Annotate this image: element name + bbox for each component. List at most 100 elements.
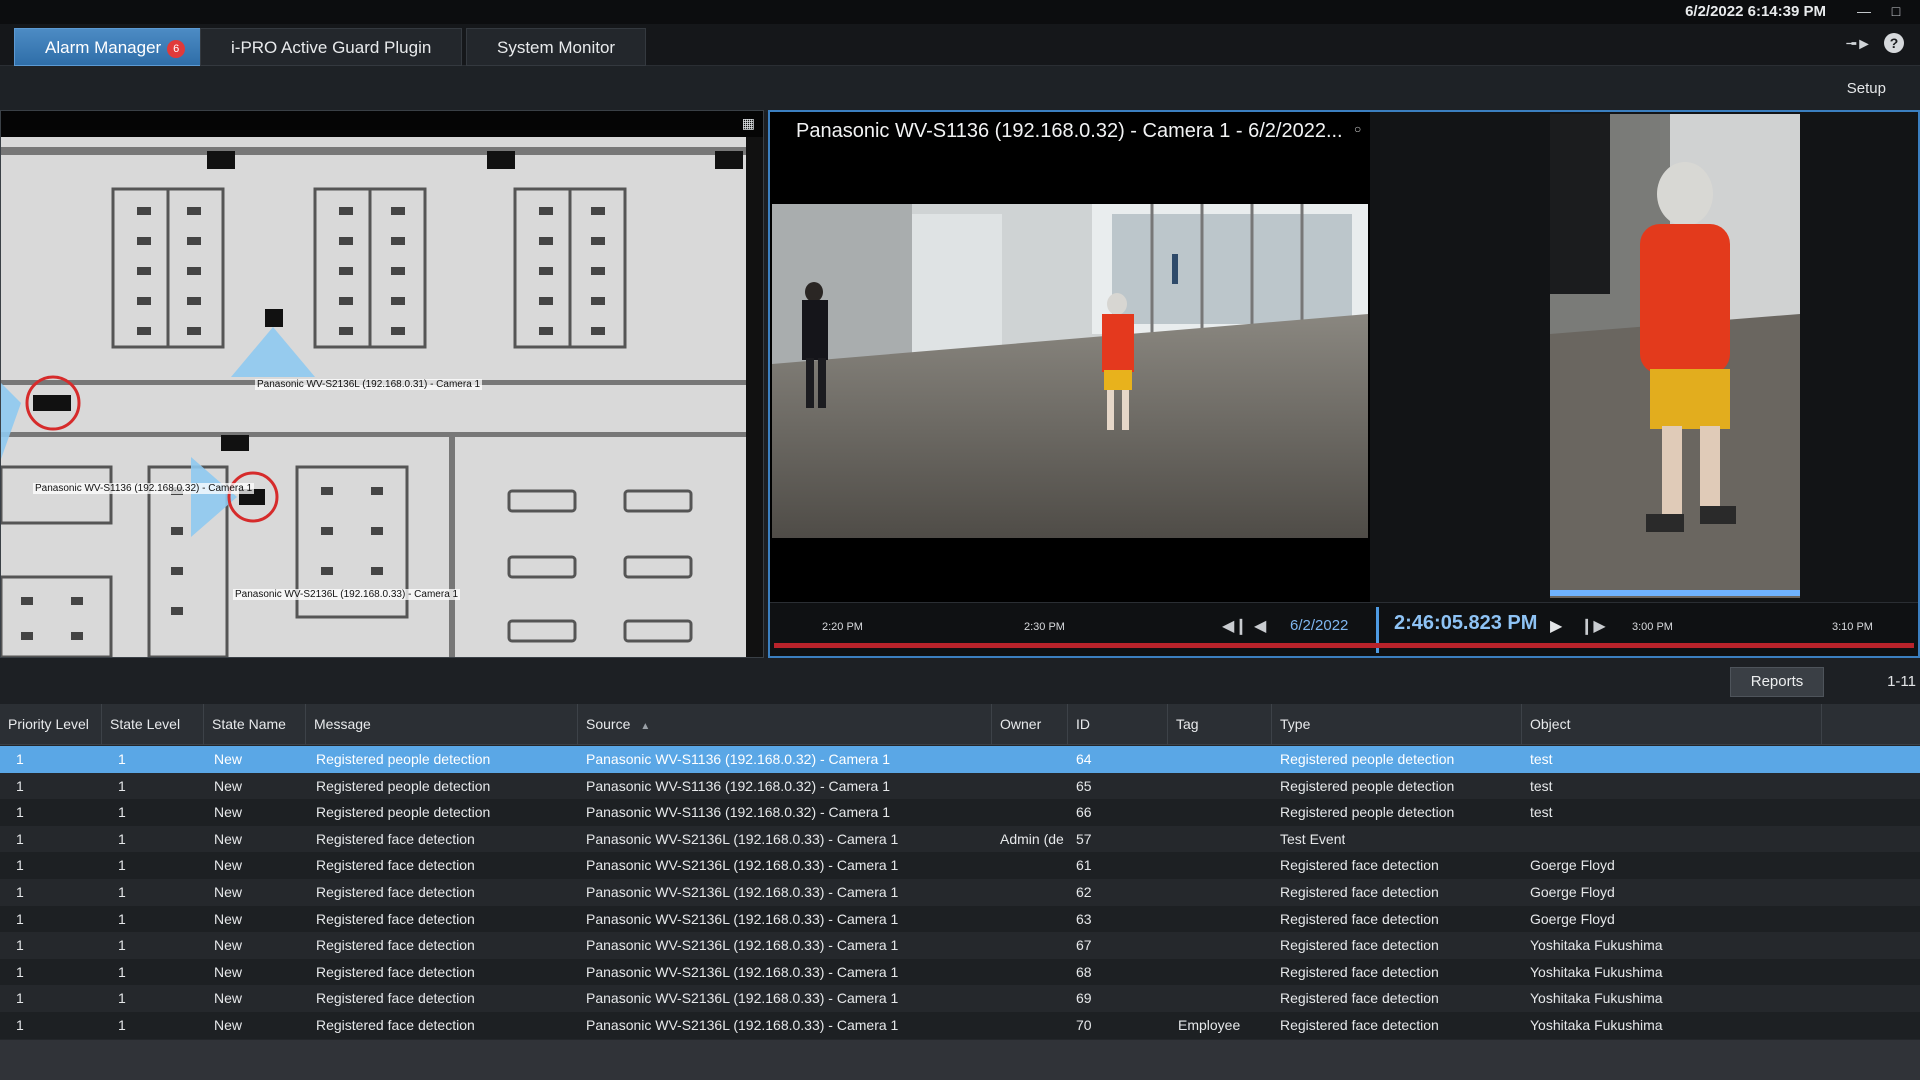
alarm-table: Priority Level State Level State Name Me… [0,704,1920,1080]
tab-system-monitor[interactable]: System Monitor [466,28,647,66]
table-row[interactable]: 1 1 New Registered face detection Panasonic … [0,1011,1920,1039]
column-header-type[interactable]: Type [1272,704,1522,745]
timeline-tick: 2:20 PM [822,621,863,633]
cell-state-level: 1 [118,937,126,954]
cell-tag [1170,826,1178,853]
cell-object: test [1530,751,1553,767]
cell-message: Registered face detection [316,990,475,1007]
tab-label: Alarm Manager [45,38,162,57]
cell-source: Panasonic WV-S2136L (192.168.0.33) - Cam… [586,857,899,874]
cell-object: Yoshitaka Fukushima [1530,963,1663,980]
table-row[interactable]: 1 1 New Registered people detection Panasoni… [0,746,1920,773]
cell-state-level: 1 [118,777,126,794]
column-header-id[interactable]: ID [1068,704,1168,745]
cell-state-name: New [214,830,243,847]
cell-type: Registered face detection [1280,857,1439,874]
cell-message: Registered face detection [316,910,475,927]
cell-state-name: New [214,1016,243,1033]
timeline-tick: 3:00 PM [1632,621,1673,633]
cell-owner [992,746,1000,773]
table-row[interactable]: 1 1 New Registered people detection Panasoni… [0,799,1920,826]
cell-state-name: New [214,777,243,794]
column-header-priority-level[interactable]: Priority Level [0,704,102,745]
maximize-icon[interactable]: □ [1884,2,1908,20]
table-row[interactable]: 1 1 New Registered face detection Panasonic … [0,825,1920,853]
pin-icon[interactable]: ╼► [1847,34,1872,54]
help-icon[interactable]: ? [1884,33,1904,53]
expand-icon[interactable]: ▦ [742,115,755,132]
cell-id: 63 [1076,910,1092,927]
cell-type: Registered face detection [1280,910,1439,927]
column-header-message[interactable]: Message [306,704,578,745]
camera-label[interactable]: Panasonic WV-S2136L (192.168.0.31) - Cam… [255,379,483,390]
cell-state-name: New [214,990,243,1007]
skip-back-icon[interactable]: ◀❙ [1222,616,1248,636]
column-header-source[interactable]: Source ▲ [578,704,992,745]
cell-message: Registered face detection [316,883,475,900]
table-row[interactable]: 1 1 New Registered face detection Panasonic … [0,932,1920,959]
column-header-owner[interactable]: Owner [992,704,1068,745]
cell-priority-level: 1 [16,857,24,874]
play-icon[interactable]: ▶ [1550,616,1562,636]
reports-button[interactable]: Reports [1730,667,1824,697]
cell-priority-level: 1 [16,990,24,1007]
cell-type: Registered face detection [1280,990,1439,1007]
column-header-state-level[interactable]: State Level [102,704,204,745]
cell-owner [992,959,1000,986]
alarm-count-badge: 6 [167,39,186,58]
camera-label[interactable]: Panasonic WV-S1136 (192.168.0.32) - Came… [33,483,255,494]
cell-source: Panasonic WV-S2136L (192.168.0.33) - Cam… [586,990,899,1007]
cell-type: Test Event [1280,830,1346,847]
cell-object: test [1530,777,1553,794]
cell-id: 67 [1076,937,1092,954]
camera-label[interactable]: Panasonic WV-S2136L (192.168.0.33) - Cam… [233,589,461,600]
playback-time: 2:46:05.823 PM [1394,612,1538,634]
sort-ascending-icon: ▲ [640,721,651,732]
column-header-tag[interactable]: Tag [1168,704,1272,745]
setup-link[interactable]: Setup [1847,80,1886,97]
cell-state-name: New [214,857,243,874]
minimize-icon[interactable]: — [1852,2,1876,20]
tab-i-pro-active-guard[interactable]: i-PRO Active Guard Plugin [200,28,463,66]
close-icon[interactable]: ○ [1354,122,1361,136]
cell-state-level: 1 [118,1016,126,1033]
cell-type: Registered people detection [1280,777,1455,794]
table-row[interactable]: 1 1 New Registered face detection Panasonic … [0,905,1920,933]
cell-priority-level: 1 [16,751,24,767]
cell-message: Registered face detection [316,1016,475,1033]
tab-alarm-manager[interactable]: Alarm Manager 6 [14,28,217,66]
video-playback-panel[interactable]: Panasonic WV-S1136 (192.168.0.32) - Came… [768,110,1920,658]
playback-date[interactable]: 6/2/2022 [1290,617,1348,634]
table-row[interactable]: 1 1 New Registered face detection Panasonic … [0,958,1920,986]
previous-icon[interactable]: ◀ [1254,616,1266,636]
cell-priority-level: 1 [16,804,24,821]
cell-state-level: 1 [118,883,126,900]
clock-datetime: 6/2/2022 6:14:39 PM [1685,3,1826,20]
cell-id: 57 [1076,830,1092,847]
cell-object: Yoshitaka Fukushima [1530,1016,1663,1033]
table-row[interactable]: 1 1 New Registered people detection Panasoni… [0,772,1920,800]
cell-state-name: New [214,751,243,767]
cell-source: Panasonic WV-S1136 (192.168.0.32) - Came… [586,804,891,821]
table-row[interactable]: 1 1 New Registered face detection Panasonic … [0,985,1920,1012]
cell-state-level: 1 [118,857,126,874]
cell-type: Registered face detection [1280,963,1439,980]
cell-owner [992,852,1000,879]
cell-source: Panasonic WV-S2136L (192.168.0.33) - Cam… [586,910,899,927]
cell-priority-level: 1 [16,777,24,794]
step-forward-icon[interactable]: ❙▶ [1580,616,1606,636]
cell-object: Goerge Floyd [1530,857,1615,874]
tab-label: System Monitor [497,38,616,57]
table-row[interactable]: 1 1 New Registered face detection Panasonic … [0,852,1920,879]
floor-map-panel[interactable]: ▦ Panasonic WV-S2136L (192.168.0.31) - C… [0,110,764,658]
cell-source: Panasonic WV-S2136L (192.168.0.33) - Cam… [586,937,899,954]
table-row[interactable]: 1 1 New Registered face detection Panasonic … [0,878,1920,906]
cell-state-name: New [214,883,243,900]
cell-source: Panasonic WV-S1136 (192.168.0.32) - Came… [586,751,891,767]
column-header-state-name[interactable]: State Name [204,704,306,745]
cell-owner: Admin (de [1000,830,1064,847]
column-header-object[interactable]: Object [1522,704,1822,745]
cell-tag [1170,773,1178,800]
cell-message: Registered face detection [316,937,475,954]
playback-timeline[interactable]: 2:20 PM 2:30 PM ◀❙ ◀ 6/2/2022 2:46:05.82… [770,602,1918,656]
